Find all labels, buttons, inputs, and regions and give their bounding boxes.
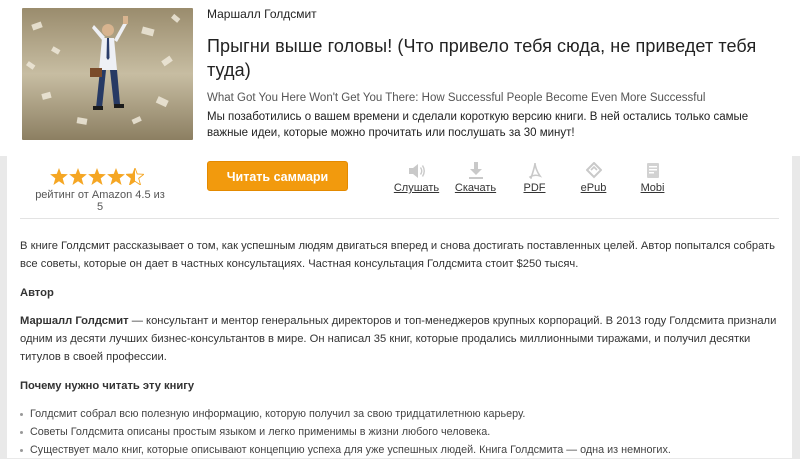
intro-paragraph: В книге Голдсмит рассказывает о том, как… (20, 240, 776, 270)
listen-action[interactable]: Слушать (387, 160, 446, 194)
author-name: Маршалл Голдсмит (20, 315, 129, 327)
list-item: Существует мало книг, которые описывают … (20, 441, 780, 459)
book-description: Мы позаботились о вашем времени и сделал… (207, 111, 749, 139)
author-bio-paragraph: Маршалл Голдсмит — консультант и ментор … (20, 312, 780, 366)
mobi-label: Mobi (640, 182, 665, 194)
star-icon (107, 168, 125, 185)
epub-icon (585, 162, 602, 179)
reasons-list: Голдсмит собрал всю полезную информацию,… (20, 405, 780, 459)
mobi-icon (646, 163, 659, 178)
rating-block: рейтинг от Amazon 4.5 из 5 (35, 168, 165, 213)
half-star-icon (126, 168, 144, 185)
epub-label: ePub (580, 182, 607, 194)
list-item: Советы Голдсмита описаны простым языком … (20, 423, 780, 441)
book-original-title: What Got You Here Won't Get You There: H… (207, 92, 706, 104)
book-details-card: рейтинг от Amazon 4.5 из 5 Читать саммар… (7, 156, 792, 458)
book-header: Маршалл Голдсмит Прыгни выше головы! (Чт… (0, 0, 800, 156)
pdf-label: PDF (523, 182, 546, 194)
book-info: Маршалл Голдсмит Прыгни выше головы! (Чт… (207, 6, 787, 141)
list-item: Голдсмит собрал всю полезную информацию,… (20, 405, 780, 423)
author-heading: Автор (20, 287, 54, 299)
rating-text: рейтинг от Amazon 4.5 из 5 (35, 189, 165, 213)
epub-action[interactable]: ePub (564, 160, 623, 194)
mobi-action[interactable]: Mobi (623, 160, 682, 194)
pdf-action[interactable]: PDF (505, 160, 564, 194)
book-summary-content: В книге Голдсмит рассказывает о том, как… (20, 237, 780, 459)
download-label: Скачать (454, 182, 497, 194)
download-action[interactable]: Скачать (446, 160, 505, 194)
book-author[interactable]: Маршалл Голдсмит (207, 7, 787, 21)
speaker-icon (408, 164, 425, 178)
format-actions: Слушать Скачать PDF ePub Mobi (387, 160, 682, 194)
read-summary-button[interactable]: Читать саммари (207, 161, 348, 191)
book-cover-image[interactable] (22, 8, 193, 140)
author-bio: — консультант и ментор генеральных дирек… (20, 315, 777, 363)
book-title: Прыгни выше головы! (Что привело тебя сю… (207, 36, 757, 80)
star-icon (69, 168, 87, 185)
pdf-icon (528, 162, 542, 179)
star-icon (88, 168, 106, 185)
divider (20, 218, 779, 219)
listen-label: Слушать (393, 182, 440, 194)
star-icon (50, 168, 68, 185)
star-rating (29, 168, 165, 185)
why-read-heading: Почему нужно читать эту книгу (20, 380, 195, 392)
download-icon (468, 162, 483, 179)
